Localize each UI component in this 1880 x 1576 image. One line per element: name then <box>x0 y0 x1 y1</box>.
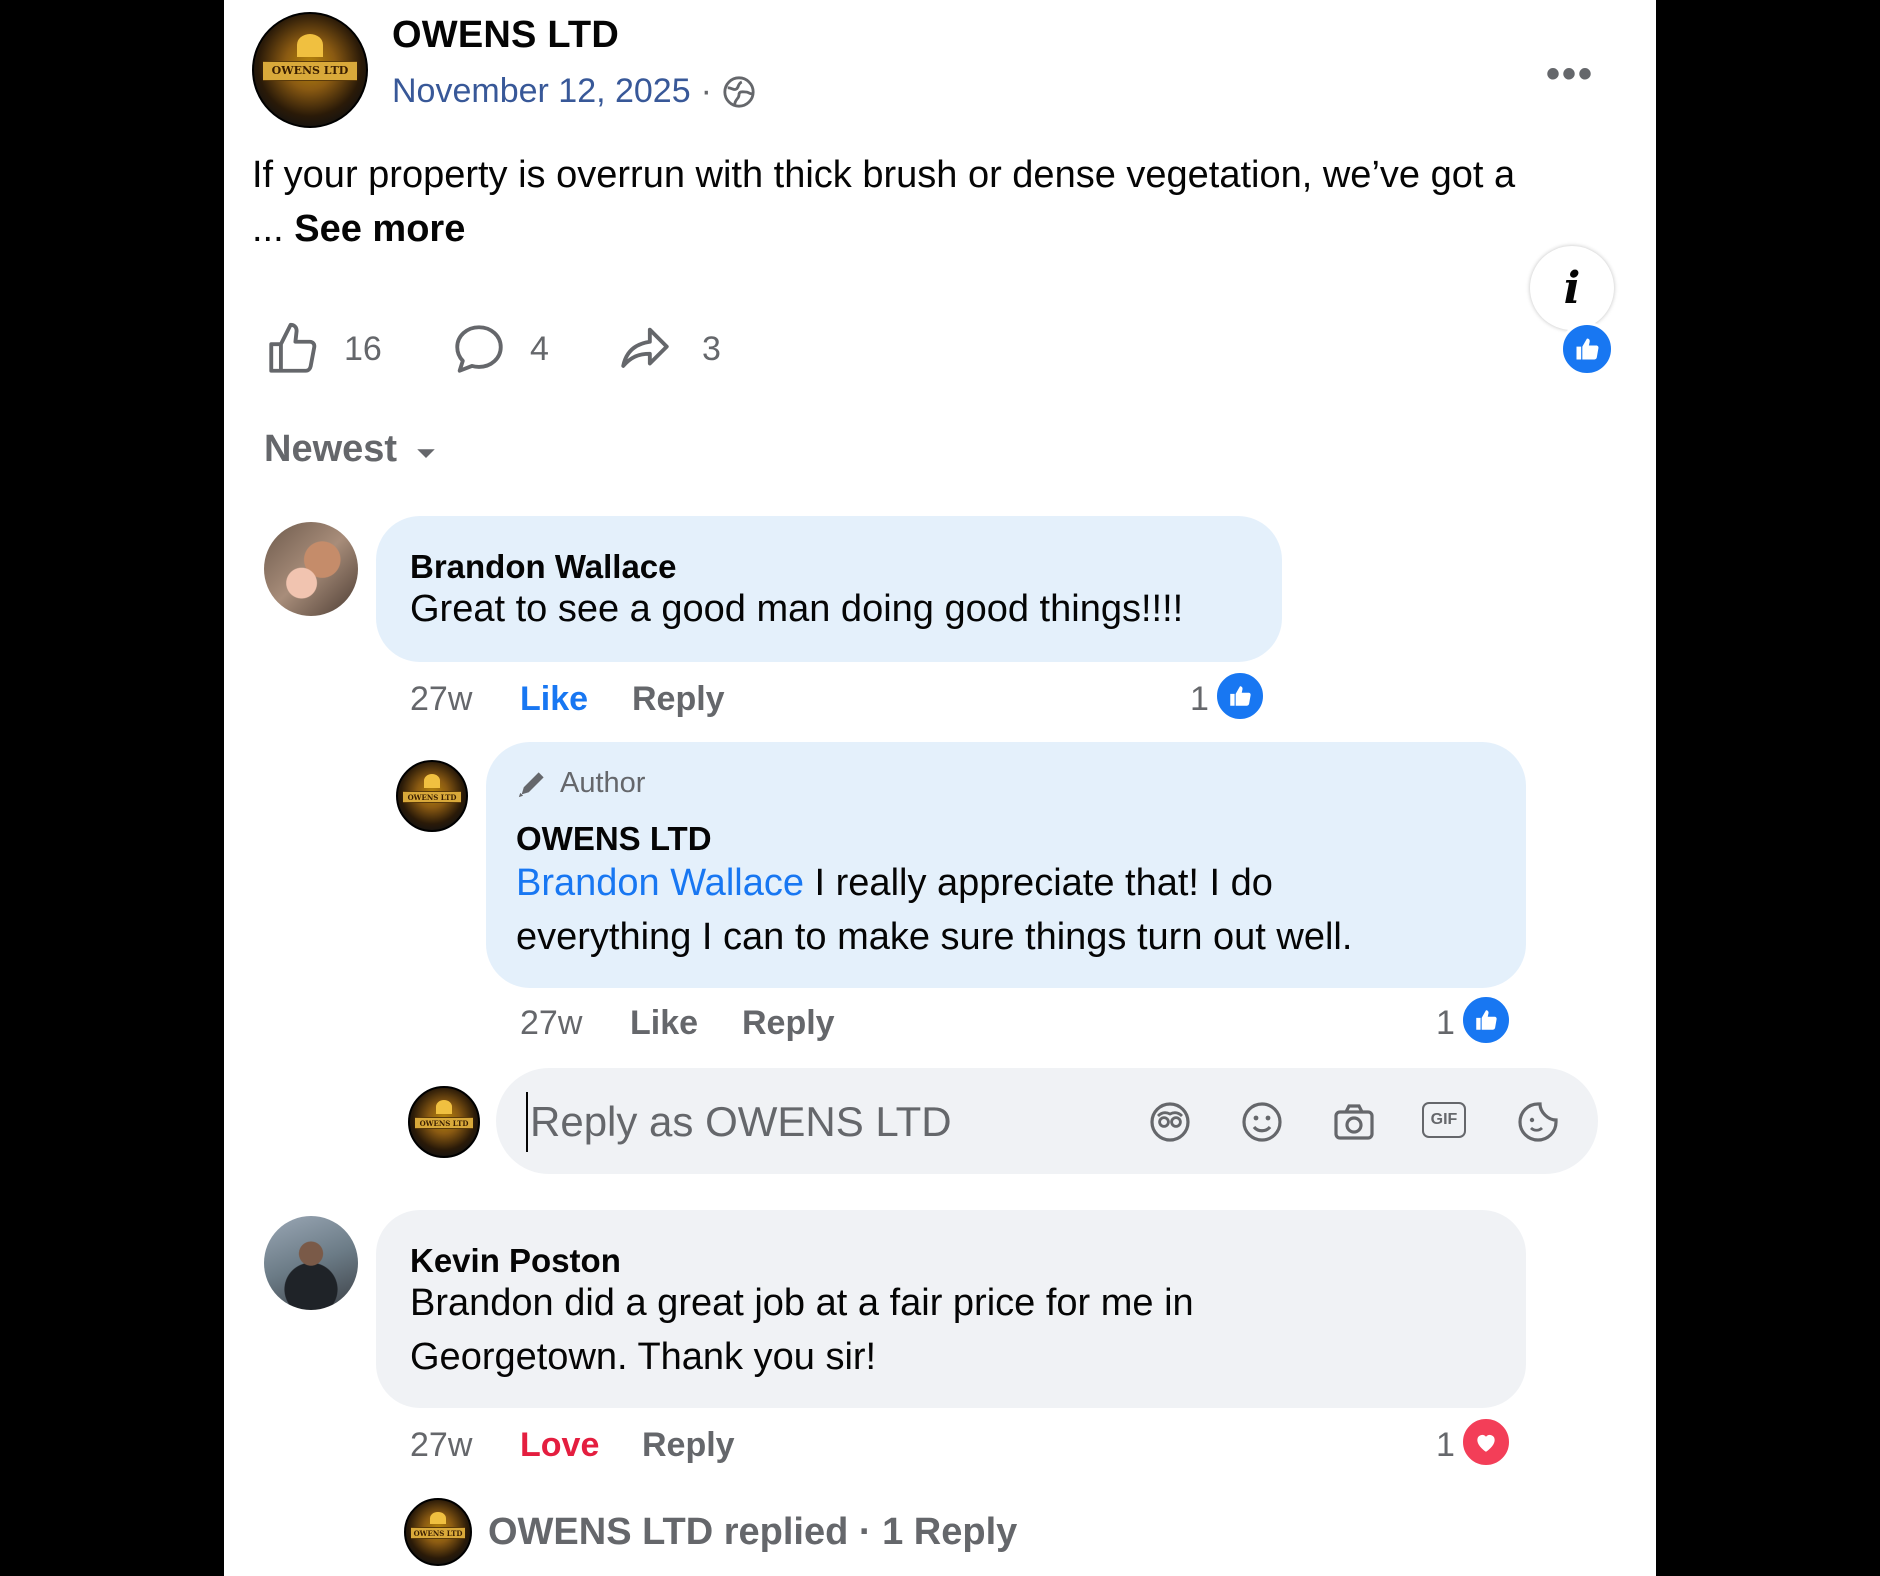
reply-composer: GIF <box>496 1068 1598 1174</box>
caret-down-icon <box>417 448 435 458</box>
reaction-count: 1 <box>1436 1426 1455 1464</box>
reply-bubble: Author OWENS LTD Brandon Wallace I reall… <box>486 742 1526 988</box>
sort-dropdown[interactable]: Newest <box>264 428 441 471</box>
sort-label: Newest <box>264 428 398 470</box>
comment-time[interactable]: 27w <box>520 1004 582 1043</box>
comment-time[interactable]: 27w <box>410 1426 472 1465</box>
author-badge-label: Author <box>560 766 646 799</box>
gif-icon[interactable]: GIF <box>1422 1102 1466 1138</box>
comment-text-line: everything I can to make sure things tur… <box>516 916 1353 958</box>
page-name[interactable]: OWENS LTD <box>392 14 619 57</box>
post-meta: November 12, 2025 · <box>392 72 756 111</box>
post-panel: OWENS LTD OWENS LTD November 12, 2025 · … <box>224 0 1656 1576</box>
reaction-count: 1 <box>1436 1004 1455 1042</box>
reply-button[interactable]: Reply <box>642 1426 735 1465</box>
comment-count: 4 <box>530 329 549 368</box>
author-badge: Author <box>516 766 645 800</box>
comment-text-line: Georgetown. Thank you sir! <box>410 1336 877 1378</box>
comment-text: Great to see a good man doing good thing… <box>410 588 1184 630</box>
logo-band-text: OWENS LTD <box>403 790 461 804</box>
comment-icon <box>455 325 503 373</box>
camera-icon[interactable] <box>1330 1098 1378 1146</box>
replies-summary[interactable]: OWENS LTD OWENS LTD replied · 1 Reply <box>404 1498 1017 1566</box>
thumbs-up-icon <box>269 322 317 373</box>
share-count: 3 <box>702 329 721 368</box>
comment-bubble: Brandon Wallace Great to see a good man … <box>376 516 1282 662</box>
reaction-count: 1 <box>1190 680 1209 718</box>
globe-icon <box>722 75 756 109</box>
like-reaction-icon[interactable] <box>1460 994 1512 1046</box>
share-action[interactable]: 3 <box>616 320 721 378</box>
reply-input[interactable] <box>526 1092 1092 1152</box>
meta-separator: · <box>700 72 712 110</box>
logo-sun-shape <box>430 1511 446 1525</box>
commenter-avatar[interactable] <box>264 522 358 616</box>
info-button[interactable]: i <box>1530 246 1614 330</box>
more-options-button[interactable]: ••• <box>1546 52 1594 97</box>
pencil-icon <box>518 772 544 798</box>
logo-band-text: OWENS LTD <box>262 61 358 81</box>
reply-author-avatar[interactable]: OWENS LTD <box>396 760 468 832</box>
page-avatar[interactable]: OWENS LTD <box>252 12 368 128</box>
love-button[interactable]: Love <box>520 1426 599 1465</box>
comment-bubble: Kevin Poston Brandon did a great job at … <box>376 1210 1526 1408</box>
comment-text-part: I really appreciate that! I do <box>803 862 1273 904</box>
commenter-avatar[interactable] <box>264 1216 358 1310</box>
comment-author[interactable]: Brandon Wallace <box>410 548 677 586</box>
like-button[interactable]: Like <box>630 1004 698 1043</box>
comment-action[interactable]: 4 <box>450 320 549 378</box>
comment-author[interactable]: Kevin Poston <box>410 1242 621 1280</box>
logo-band-text: OWENS LTD <box>415 1116 473 1130</box>
ellipsis: ... <box>252 208 284 250</box>
reply-button[interactable]: Reply <box>742 1004 835 1043</box>
gif-label: GIF <box>1430 1111 1458 1128</box>
logo-sun-shape <box>435 1100 453 1114</box>
avatar-sticker-icon[interactable] <box>1146 1098 1194 1146</box>
post-like-reaction-icon <box>1560 322 1614 376</box>
share-icon <box>621 327 669 368</box>
like-count: 16 <box>344 329 382 368</box>
sticker-icon[interactable] <box>1514 1098 1562 1146</box>
comment-text-line: Brandon did a great job at a fair price … <box>410 1282 1194 1324</box>
logo-sun-shape <box>423 774 441 788</box>
see-more-link[interactable]: See more <box>294 208 465 250</box>
comment-text: Brandon did a great job at a fair price … <box>410 1276 1194 1384</box>
emoji-icon[interactable] <box>1238 1098 1286 1146</box>
post-text: If your property is overrun with thick b… <box>252 148 1632 256</box>
logo-band-text: OWENS LTD <box>411 1526 465 1540</box>
like-reaction-icon[interactable] <box>1214 670 1266 722</box>
post-text-more: ... See more <box>252 202 1632 256</box>
replies-summary-text: OWENS LTD replied · 1 Reply <box>488 1510 1018 1553</box>
like-action[interactable]: 16 <box>264 320 382 378</box>
mention-link[interactable]: Brandon Wallace <box>516 862 804 904</box>
reply-button[interactable]: Reply <box>632 680 725 719</box>
post-date-link[interactable]: November 12, 2025 <box>392 72 691 111</box>
composer-avatar: OWENS LTD <box>408 1086 480 1158</box>
logo-sun-shape <box>296 34 324 57</box>
replier-avatar: OWENS LTD <box>404 1498 472 1566</box>
like-button[interactable]: Like <box>520 680 588 719</box>
post-text-line: If your property is overrun with thick b… <box>252 154 1516 196</box>
comment-author[interactable]: OWENS LTD <box>516 820 712 858</box>
love-reaction-icon[interactable] <box>1460 1416 1512 1468</box>
comment-text: Brandon Wallace I really appreciate that… <box>516 856 1352 964</box>
comment-time[interactable]: 27w <box>410 680 472 719</box>
